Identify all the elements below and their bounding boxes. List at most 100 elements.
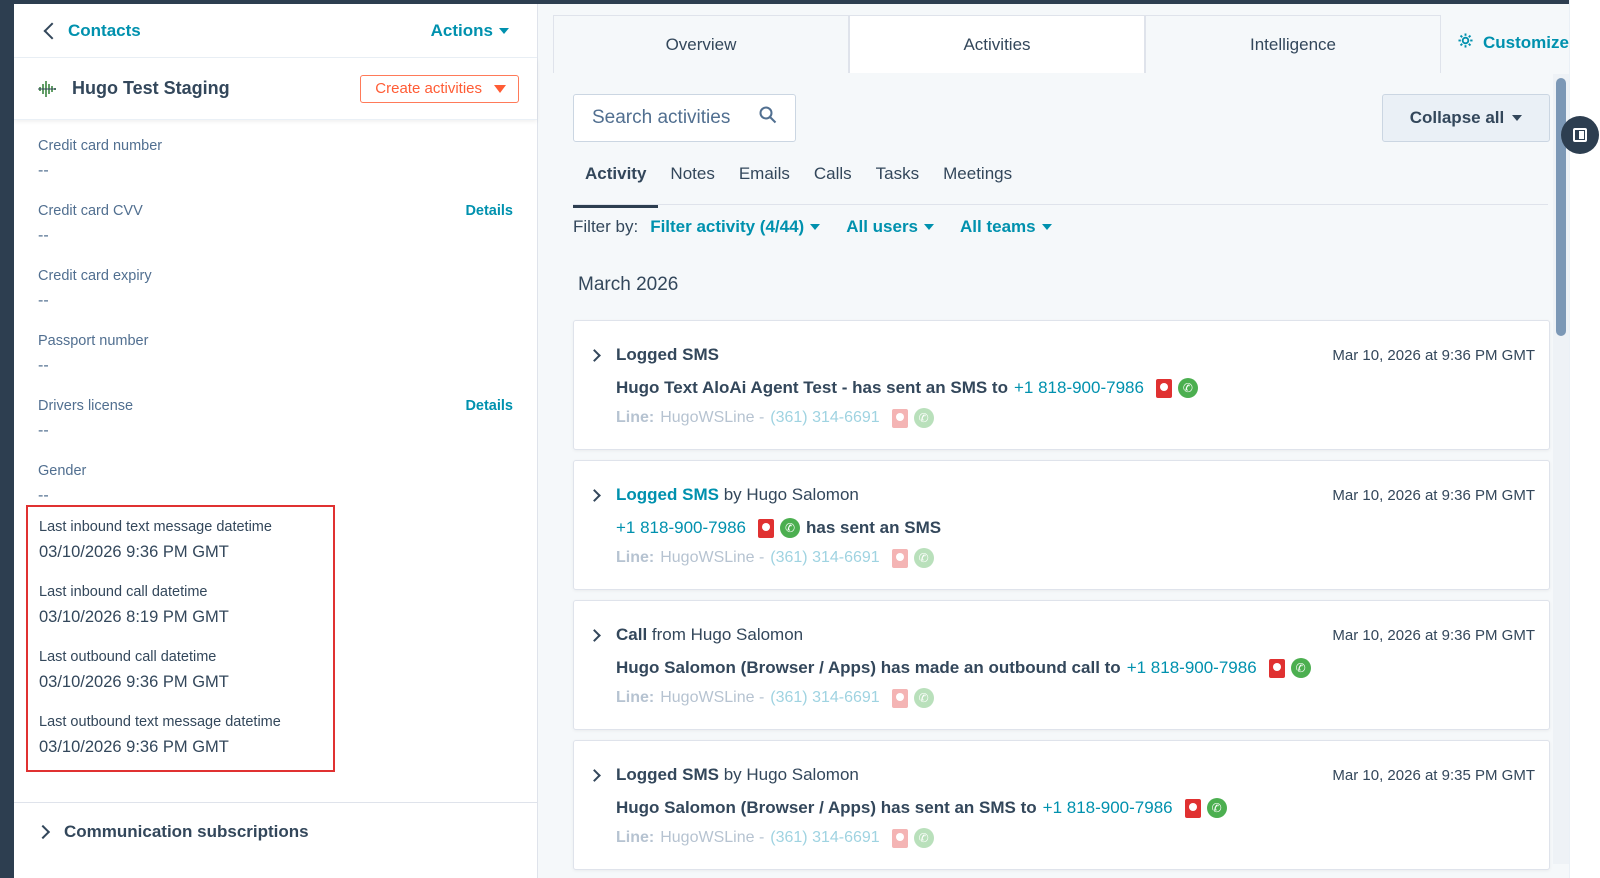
phone-call-icon[interactable]: ✆ [1206,798,1227,818]
tab-overview[interactable]: Overview [553,15,849,74]
activity-type[interactable]: Logged SMS [616,485,719,504]
property-value[interactable]: 03/10/2026 8:19 PM GMT [39,608,333,627]
property-credit-card-number: Credit card number -- [38,120,513,185]
body-text: Hugo Salomon (Browser / Apps) has sent a… [616,798,1037,817]
activity-body: Hugo Text AloAi Agent Test - has sent an… [616,378,1198,398]
phone-call-icon[interactable]: ✆ [1290,658,1311,678]
body-text: Hugo Text AloAi Agent Test - has sent an… [616,378,1008,397]
property-value[interactable]: 03/10/2026 9:36 PM GMT [39,738,333,757]
property-value[interactable]: -- [38,422,513,440]
line-number-link[interactable]: (361) 314-6691 [770,549,879,567]
global-nav-edge [0,0,14,878]
contact-book-icon[interactable] [891,688,908,708]
phone-link[interactable]: +1 818-900-7986 [1014,378,1144,398]
property-credit-card-expiry: Credit card expiry -- [38,250,513,315]
activity-card[interactable]: Logged SMS by Hugo Salomon Mar 10, 2026 … [573,460,1550,590]
details-link[interactable]: Details [465,203,513,219]
property-value[interactable]: -- [38,162,513,180]
activity-by: by [723,765,742,784]
activity-author: Hugo Salomon [690,625,804,644]
caret-down-icon [1041,224,1052,230]
contact-book-icon[interactable] [891,408,908,428]
tab-intelligence[interactable]: Intelligence [1145,15,1441,74]
company-logo-icon [36,78,58,100]
activity-title: Logged SMS by Hugo Salomon [616,485,859,505]
sidebar-toggle-icon[interactable] [1561,116,1599,154]
property-value[interactable]: -- [38,487,513,505]
activity-title: Logged SMS [616,345,719,365]
phone-call-icon[interactable]: ✆ [913,408,934,428]
contact-book-icon[interactable] [891,828,908,848]
chevron-right-icon[interactable] [588,349,601,362]
activity-by: from [651,625,686,644]
activity-card[interactable]: Logged SMS Mar 10, 2026 at 9:36 PM GMT H… [573,320,1550,450]
contact-book-icon[interactable] [757,518,774,538]
scrollbar-thumb[interactable] [1556,78,1566,336]
chevron-right-icon[interactable] [588,769,601,782]
details-link[interactable]: Details [465,398,513,414]
property-value[interactable]: -- [38,357,513,375]
property-value[interactable]: -- [38,227,513,245]
section-divider [14,802,537,803]
property-value[interactable]: -- [38,292,513,310]
contact-book-icon[interactable] [891,548,908,568]
record-name: Hugo Test Staging [72,78,230,98]
search-placeholder: Search activities [592,107,731,128]
line-name: HugoWSLine - [660,549,765,566]
create-activities-button[interactable]: Create activities [360,74,519,103]
all-users-dropdown[interactable]: All users [846,217,935,237]
phone-link[interactable]: +1 818-900-7986 [1043,798,1173,818]
phone-call-icon[interactable]: ✆ [1177,378,1198,398]
record-sidebar: Contacts Actions Hugo Test Staging Creat… [14,4,538,878]
subtab-calls[interactable]: Calls [802,164,864,208]
subtab-emails[interactable]: Emails [727,164,802,208]
property-last-inbound-text: Last inbound text message datetime 03/10… [39,507,333,572]
activity-timestamp: Mar 10, 2026 at 9:36 PM GMT [1332,627,1535,644]
activity-type: Call [616,625,648,644]
phone-link[interactable]: +1 818-900-7986 [616,518,746,538]
subtab-notes[interactable]: Notes [658,164,726,208]
line-number-link[interactable]: (361) 314-6691 [770,829,879,847]
customize-button[interactable]: Customize [1458,33,1569,53]
property-label: Credit card expiry [38,268,152,284]
line-number-link[interactable]: (361) 314-6691 [770,689,879,707]
phone-call-icon[interactable]: ✆ [913,548,934,568]
property-credit-card-cvv: Credit card CVV -- Details [38,185,513,250]
collapse-all-button[interactable]: Collapse all [1382,94,1550,142]
chevron-right-icon[interactable] [588,629,601,642]
chevron-left-icon [43,22,61,39]
phone-call-icon[interactable]: ✆ [779,518,800,538]
property-value[interactable]: 03/10/2026 9:36 PM GMT [39,673,333,692]
phone-call-icon[interactable]: ✆ [913,828,934,848]
contact-book-icon[interactable] [1184,798,1201,818]
filter-activity-dropdown[interactable]: Filter activity (4/44) [650,217,821,237]
phone-call-icon[interactable]: ✆ [913,688,934,708]
line-number-link[interactable]: (361) 314-6691 [770,409,879,427]
filter-activity-label: Filter activity (4/44) [650,217,805,236]
property-label: Last inbound text message datetime [39,519,272,535]
activity-card[interactable]: Logged SMS by Hugo Salomon Mar 10, 2026 … [573,740,1550,870]
chevron-right-icon[interactable] [588,489,601,502]
subtab-tasks[interactable]: Tasks [864,164,931,208]
subtab-activity[interactable]: Activity [573,164,659,208]
actions-dropdown[interactable]: Actions [431,21,509,41]
activity-timestamp: Mar 10, 2026 at 9:36 PM GMT [1332,487,1535,504]
property-label: Gender [38,463,87,479]
search-activities-input[interactable]: Search activities [573,94,796,142]
record-tabs: Overview Activities Intelligence [553,15,1441,74]
property-label: Passport number [38,333,149,349]
phone-link[interactable]: +1 818-900-7986 [1127,658,1257,678]
subtab-meetings[interactable]: Meetings [931,164,1024,208]
activity-body: Hugo Salomon (Browser / Apps) has sent a… [616,798,1227,818]
activity-author: Hugo Salomon [746,485,859,504]
communication-subscriptions-section[interactable]: Communication subscriptions [35,822,309,842]
activity-line-info: Line: HugoWSLine - (361) 314-6691 ✆ [616,408,934,428]
contact-book-icon[interactable] [1155,378,1172,398]
tab-activities[interactable]: Activities [849,15,1145,74]
property-value[interactable]: 03/10/2026 9:36 PM GMT [39,543,333,562]
activity-card[interactable]: Call from Hugo Salomon Mar 10, 2026 at 9… [573,600,1550,730]
property-gender: Gender -- [38,445,513,505]
contact-book-icon[interactable] [1268,658,1285,678]
all-teams-dropdown[interactable]: All teams [960,217,1052,237]
back-to-contacts-link[interactable]: Contacts [42,21,141,41]
